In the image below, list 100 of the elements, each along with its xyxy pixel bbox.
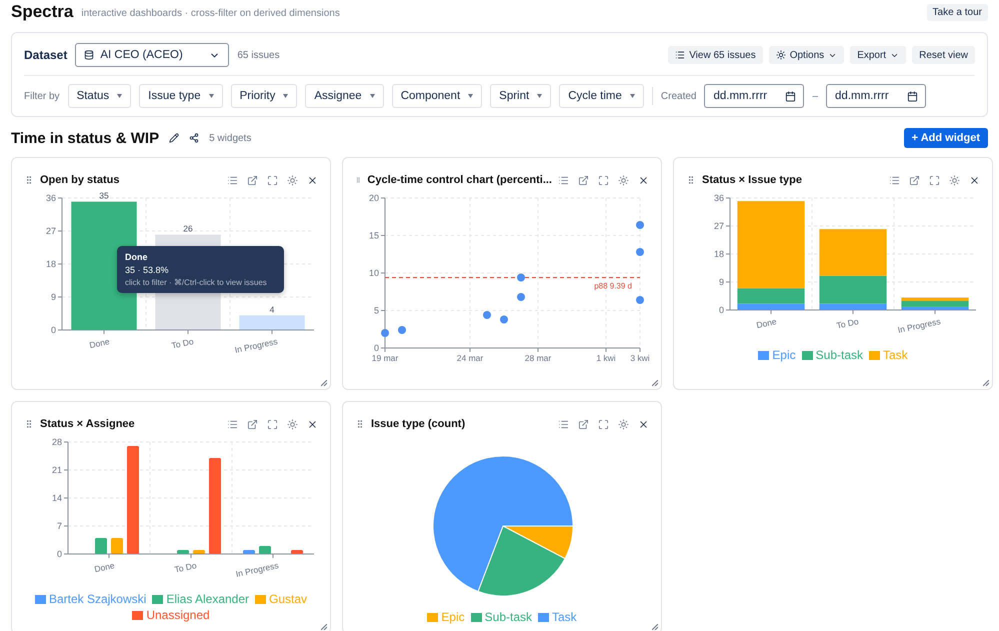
caret-icon bbox=[283, 94, 288, 98]
settings-icon[interactable] bbox=[618, 174, 629, 186]
filter-dropdown[interactable]: Assignee bbox=[305, 84, 384, 108]
settings-icon[interactable] bbox=[618, 418, 629, 430]
filter-dropdown[interactable]: Issue type bbox=[139, 84, 223, 108]
tick-label: 36 bbox=[714, 193, 724, 203]
fullscreen-icon[interactable] bbox=[598, 418, 609, 430]
fullscreen-icon[interactable] bbox=[267, 174, 278, 186]
tick-label: 0 bbox=[50, 325, 56, 335]
data-point[interactable] bbox=[636, 221, 644, 229]
data-point[interactable] bbox=[381, 329, 389, 337]
data-point[interactable] bbox=[517, 293, 525, 301]
tick-label: 27 bbox=[714, 221, 724, 231]
filter-dropdown[interactable]: Priority bbox=[230, 84, 298, 108]
external-link-icon[interactable] bbox=[578, 418, 589, 430]
toolbar-button[interactable]: Options bbox=[768, 46, 844, 64]
filter-dropdown[interactable]: Status bbox=[68, 84, 132, 108]
tick-label: 18 bbox=[46, 259, 56, 269]
issue-count: 65 issues bbox=[237, 50, 280, 60]
tick-label: 0 bbox=[718, 305, 724, 315]
fullscreen-icon[interactable] bbox=[598, 174, 609, 186]
tooltip-hint: click to filter · ⌘/Ctrl-click to view issues bbox=[125, 278, 268, 287]
share-icon[interactable] bbox=[189, 133, 200, 143]
tick-label: 21 bbox=[52, 465, 62, 475]
resize-handle-icon[interactable] bbox=[983, 380, 989, 386]
external-link-icon[interactable] bbox=[247, 418, 258, 430]
data-point[interactable] bbox=[398, 326, 406, 334]
settings-icon[interactable] bbox=[287, 418, 298, 430]
toolbar-button[interactable]: View 65 issues bbox=[668, 46, 763, 64]
external-link-icon[interactable] bbox=[909, 174, 920, 186]
data-point[interactable] bbox=[500, 316, 508, 324]
date-field[interactable]: dd.mm.rrrr bbox=[826, 84, 926, 108]
tick-label: 9 bbox=[718, 277, 724, 287]
date-field[interactable]: dd.mm.rrrr bbox=[704, 84, 804, 108]
drag-handle-icon[interactable] bbox=[686, 175, 696, 185]
tick-label: 0 bbox=[56, 549, 62, 559]
caret-icon bbox=[208, 94, 214, 98]
data-point[interactable] bbox=[636, 248, 644, 256]
resize-handle-icon[interactable] bbox=[652, 624, 658, 630]
filter-dropdown[interactable]: Component bbox=[392, 84, 482, 108]
close-icon[interactable] bbox=[307, 174, 318, 186]
category-label: Done bbox=[88, 336, 110, 350]
close-icon[interactable] bbox=[969, 174, 980, 186]
tick-label: 18 bbox=[714, 249, 724, 259]
pie-slice[interactable] bbox=[478, 526, 566, 596]
data-point[interactable] bbox=[517, 274, 525, 282]
close-icon[interactable] bbox=[638, 174, 649, 186]
data-label: 4 bbox=[270, 304, 274, 314]
settings-icon[interactable] bbox=[949, 174, 960, 186]
date-input[interactable]: dd.mm.rrrr bbox=[833, 89, 904, 103]
created-label: Created bbox=[660, 90, 696, 102]
tick-label: 36 bbox=[46, 193, 56, 203]
close-icon[interactable] bbox=[307, 418, 318, 430]
tick-label: 19 mar bbox=[372, 353, 398, 363]
tick-label: 0 bbox=[374, 343, 379, 353]
app-tagline: interactive dashboards · cross-filter on derived dimensions bbox=[81, 8, 340, 19]
resize-handle-icon[interactable] bbox=[321, 624, 327, 630]
edit-icon[interactable] bbox=[169, 133, 180, 143]
date-separator: – bbox=[812, 90, 818, 102]
dataset-label: Dataset bbox=[24, 48, 68, 62]
toolbar-button[interactable]: Reset view bbox=[912, 46, 975, 64]
settings-icon[interactable] bbox=[287, 174, 298, 186]
resize-handle-icon[interactable] bbox=[321, 380, 327, 386]
tick-label: 28 bbox=[52, 437, 62, 447]
pie-slice[interactable] bbox=[432, 456, 574, 592]
add-widget-button[interactable]: + Add widget bbox=[904, 128, 988, 148]
drag-handle-icon[interactable] bbox=[355, 419, 365, 429]
filter-dropdown[interactable]: Sprint bbox=[490, 84, 552, 108]
caret-icon bbox=[370, 94, 375, 98]
tick-label: 10 bbox=[368, 268, 379, 278]
tick-label: 9 bbox=[50, 292, 56, 302]
widget-title: Cycle-time control chart (percenti... bbox=[367, 174, 552, 186]
dataset-select[interactable]: AI CEO (ACEO) bbox=[75, 43, 230, 67]
drag-handle-icon[interactable] bbox=[24, 175, 34, 185]
data-point[interactable] bbox=[636, 296, 644, 304]
caret-icon bbox=[117, 94, 122, 98]
data-point[interactable] bbox=[483, 311, 491, 319]
bar[interactable] bbox=[239, 315, 305, 330]
widget-title: Status × Issue type bbox=[702, 174, 802, 186]
tick-label: 14 bbox=[52, 493, 62, 503]
external-link-icon[interactable] bbox=[247, 174, 258, 186]
drag-handle-icon[interactable] bbox=[24, 419, 34, 429]
calendar-icon bbox=[785, 90, 796, 102]
tour-button[interactable]: Take a tour bbox=[926, 4, 988, 20]
app-title: Spectra bbox=[11, 2, 74, 22]
fullscreen-icon[interactable] bbox=[929, 174, 940, 186]
category-label: To Do bbox=[170, 336, 194, 351]
filter-dropdown[interactable]: Cycle time bbox=[559, 84, 644, 108]
resize-handle-icon[interactable] bbox=[652, 380, 658, 386]
fullscreen-icon[interactable] bbox=[267, 418, 278, 430]
external-link-icon[interactable] bbox=[578, 174, 589, 186]
settings-icon bbox=[776, 50, 786, 60]
close-icon[interactable] bbox=[638, 418, 649, 430]
calendar-icon bbox=[907, 90, 918, 102]
widget-title: Status × Assignee bbox=[40, 418, 135, 430]
threshold-label: p88 9.39 d bbox=[594, 282, 632, 291]
tick-label: 24 mar bbox=[456, 353, 484, 363]
date-input[interactable]: dd.mm.rrrr bbox=[711, 89, 782, 103]
tick-label: 27 bbox=[46, 226, 56, 236]
toolbar-button[interactable]: Export bbox=[850, 46, 906, 64]
